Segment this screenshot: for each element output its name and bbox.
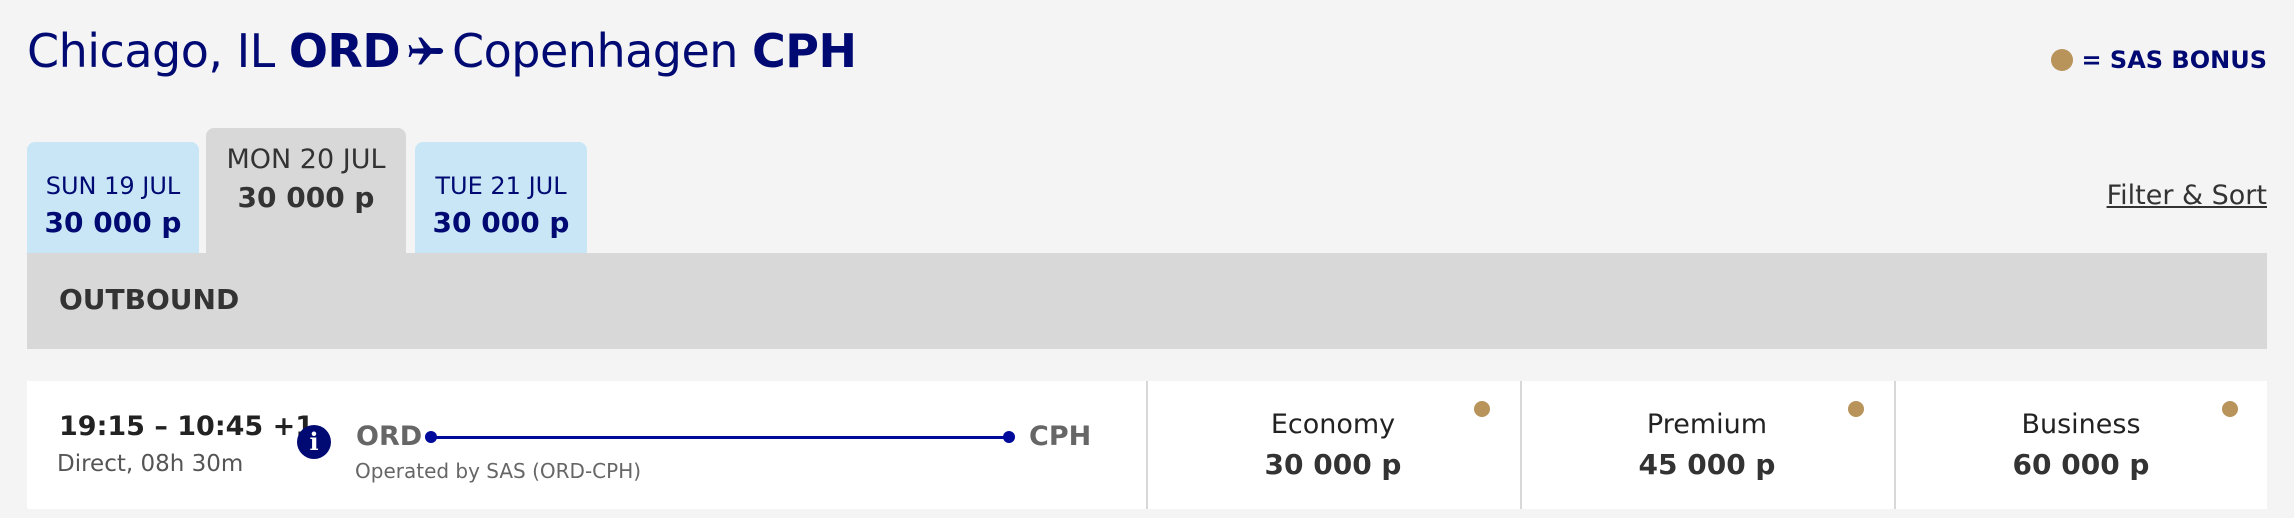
- fare-business-button[interactable]: Business 60 000 p: [1894, 381, 2266, 509]
- flight-duration: Direct, 08h 30m: [57, 451, 244, 477]
- date-tab-tue-21-jul[interactable]: TUE 21 JUL 30 000 p: [415, 142, 587, 254]
- route-title: Chicago, IL ORD Copenhagen CPH: [27, 24, 857, 78]
- route-start-dot: [425, 431, 437, 443]
- section-title: OUTBOUND: [59, 283, 240, 316]
- origin-city: Chicago, IL: [27, 24, 275, 78]
- bonus-dot-icon: [1474, 401, 1490, 417]
- date-tab-day: MON 20 JUL: [226, 144, 386, 175]
- date-tab-mon-20-jul[interactable]: MON 20 JUL 30 000 p: [206, 128, 406, 254]
- route-line-bar: [431, 436, 1009, 439]
- origin-code: ORD: [288, 24, 401, 78]
- date-tab-price: 30 000 p: [432, 206, 570, 239]
- date-tab-price: 30 000 p: [237, 181, 375, 214]
- route-destination: CPH: [1029, 421, 1092, 452]
- bonus-dot-icon: [2222, 401, 2238, 417]
- bonus-dot-icon: [2051, 49, 2074, 71]
- filter-sort-link[interactable]: Filter & Sort: [2107, 180, 2267, 211]
- sas-bonus-legend: = SAS BONUS: [2051, 46, 2267, 74]
- date-tab-day: SUN 19 JUL: [45, 172, 181, 200]
- fare-price: 60 000 p: [2012, 448, 2150, 481]
- outbound-section-header: OUTBOUND: [27, 253, 2267, 349]
- info-icon[interactable]: i: [297, 425, 331, 459]
- operated-by: Operated by SAS (ORD-CPH): [355, 459, 642, 483]
- destination-code: CPH: [751, 24, 857, 78]
- route-origin: ORD: [356, 421, 423, 452]
- fare-economy-button[interactable]: Economy 30 000 p: [1146, 381, 1518, 509]
- fare-price: 30 000 p: [1264, 448, 1402, 481]
- bonus-dot-icon: [1848, 401, 1864, 417]
- flight-times: 19:15 – 10:45 +1: [59, 411, 314, 442]
- date-tab-day: TUE 21 JUL: [435, 172, 567, 200]
- route-end-dot: [1003, 431, 1015, 443]
- fare-price: 45 000 p: [1638, 448, 1776, 481]
- destination-city: Copenhagen: [452, 24, 738, 78]
- legend-label: = SAS BONUS: [2081, 46, 2267, 74]
- fare-class: Economy: [1270, 409, 1396, 440]
- airplane-icon: [408, 33, 444, 69]
- fare-class: Business: [2021, 409, 2141, 440]
- route-line: [425, 431, 1015, 443]
- date-tab-sun-19-jul[interactable]: SUN 19 JUL 30 000 p: [27, 142, 199, 254]
- flight-row[interactable]: 19:15 – 10:45 +1 Direct, 08h 30m i ORD C…: [27, 381, 2267, 509]
- date-tab-price: 30 000 p: [44, 206, 182, 239]
- fare-class: Premium: [1646, 409, 1768, 440]
- fare-premium-button[interactable]: Premium 45 000 p: [1520, 381, 1892, 509]
